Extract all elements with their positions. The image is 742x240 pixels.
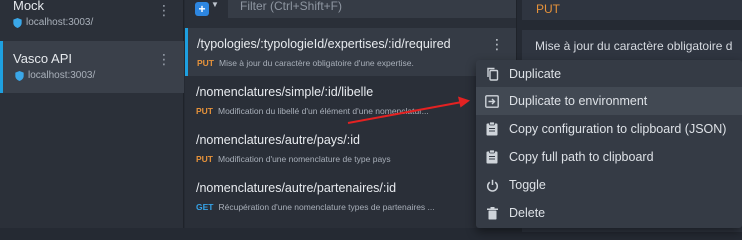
environment-name: Vasco API — [13, 51, 73, 66]
menu-item-copy-full-path[interactable]: Copy full path to clipboard — [476, 143, 742, 171]
route-meta: PUT Modification d'une nomenclature de ty… — [196, 154, 476, 164]
menu-item-duplicate[interactable]: Duplicate — [476, 60, 742, 88]
power-icon — [485, 178, 499, 192]
route-method: PUT — [196, 154, 213, 164]
route-path: /typologies/:typologieId/expertises/:id/… — [197, 37, 451, 51]
route-description: Modification d'une nomenclature de type … — [218, 154, 391, 164]
menu-item-duplicate-to-environment[interactable]: Duplicate to environment — [476, 87, 742, 115]
route-path: /nomenclatures/autre/partenaires/:id — [196, 181, 397, 195]
environment-host: localhost:3003/ — [15, 70, 95, 81]
environments-sidebar: Mock localhost:3003/ ⋮ Vasco API localho… — [0, 0, 184, 228]
routes-list: + ▼ /typologies/:typologieId/expertises/… — [185, 0, 516, 228]
routes-toolbar: + ▼ — [185, 0, 516, 20]
route-meta: PUT Modification du libellé d'un élément … — [196, 106, 476, 116]
route-item[interactable]: /nomenclatures/simple/:id/libelle PUT Mod… — [185, 76, 516, 124]
shield-icon — [13, 17, 22, 28]
route-menu-icon[interactable]: ⋮ — [490, 36, 504, 53]
copy-icon — [485, 67, 499, 81]
route-item[interactable]: /nomenclatures/autre/partenaires/:id GET… — [185, 172, 516, 220]
route-item[interactable]: /typologies/:typologieId/expertises/:id/… — [185, 28, 516, 76]
route-description: Mise à jour du caractère obligatoire d'u… — [219, 58, 414, 68]
environment-host: localhost:3003/ — [13, 17, 93, 28]
clipboard-icon — [485, 150, 499, 164]
route-method: PUT — [197, 58, 214, 68]
add-route-button[interactable]: + — [195, 2, 209, 16]
description-field[interactable]: Mise à jour du caractère obligatoire d — [522, 30, 742, 64]
route-path: /nomenclatures/simple/:id/libelle — [196, 85, 374, 99]
chevron-down-icon[interactable]: ▼ — [211, 0, 219, 9]
menu-item-toggle[interactable]: Toggle — [476, 171, 742, 199]
route-method: GET — [196, 202, 214, 212]
environment-menu-icon[interactable]: ⋮ — [157, 51, 171, 68]
trash-icon — [485, 206, 499, 220]
route-path: /nomenclatures/autre/pays/:id — [196, 133, 360, 147]
route-item[interactable]: /nomenclatures/autre/pays/:id PUT Modific… — [185, 124, 516, 172]
shield-icon — [15, 70, 24, 81]
move-to-icon — [485, 94, 499, 108]
route-description: Modification du libellé d'un élément d'u… — [218, 106, 429, 116]
environment-item-vasco-api[interactable]: Vasco API localhost:3003/ ⋮ — [0, 41, 184, 93]
route-meta: PUT Mise à jour du caractère obligatoire … — [197, 58, 477, 68]
clipboard-icon — [485, 122, 499, 136]
route-meta: GET Récupération d'une nomenclature types… — [196, 202, 476, 212]
route-description: Récupération d'une nomenclature types de… — [218, 202, 435, 212]
menu-item-delete[interactable]: Delete — [476, 199, 742, 227]
environment-item-mock[interactable]: Mock localhost:3003/ ⋮ — [0, 0, 184, 40]
environment-menu-icon[interactable]: ⋮ — [157, 2, 171, 19]
environment-name: Mock — [13, 0, 45, 13]
route-context-menu: Duplicate Duplicate to environment Copy … — [476, 60, 742, 228]
filter-input[interactable] — [228, 0, 516, 18]
route-method: PUT — [196, 106, 213, 116]
method-select[interactable]: PUT — [522, 0, 742, 20]
menu-item-copy-configuration[interactable]: Copy configuration to clipboard (JSON) — [476, 115, 742, 143]
